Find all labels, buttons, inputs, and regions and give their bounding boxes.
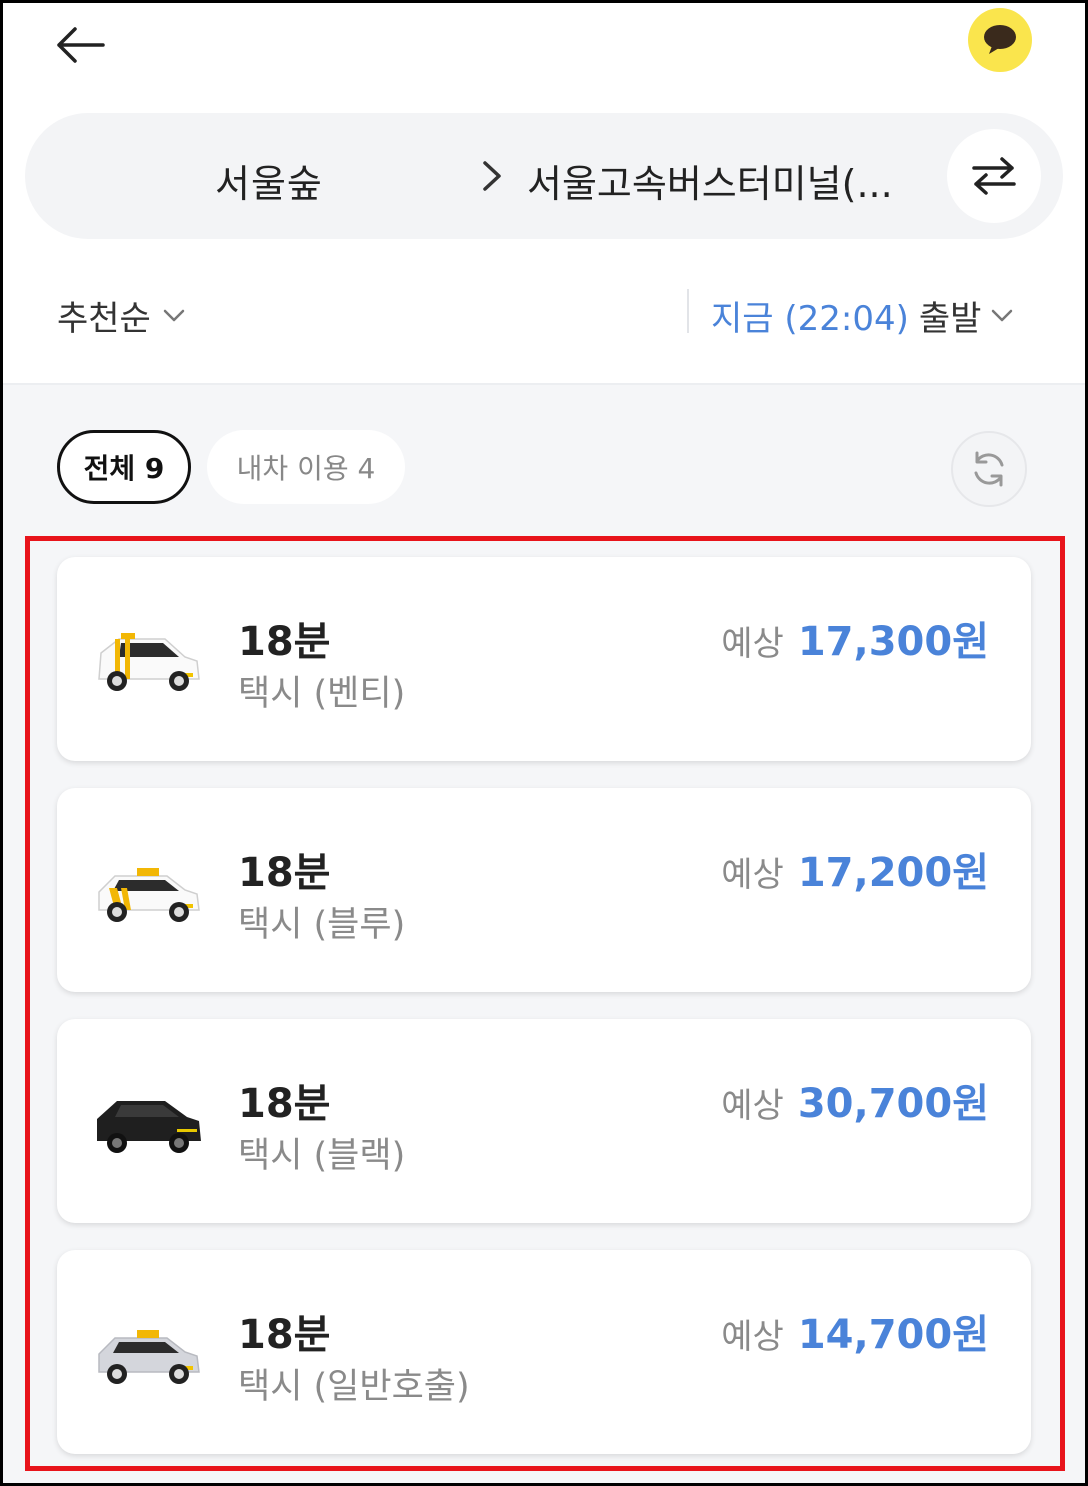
route-bar: 서울숲 서울고속버스터미널(... (25, 113, 1063, 239)
price-value: 17,300원 (797, 619, 989, 665)
swap-arrows-icon (972, 157, 1016, 195)
eta-text: 18분 (238, 1081, 331, 1127)
price-value: 17,200원 (797, 850, 989, 896)
price-prefix: 예상 (721, 855, 784, 895)
price-prefix: 예상 (721, 624, 784, 664)
eta-text: 18분 (238, 850, 331, 896)
price-value: 30,700원 (797, 1081, 989, 1127)
filter-chip-all[interactable]: 전체 9 (57, 430, 191, 504)
vehicle-type: 택시 (블루) (238, 905, 406, 945)
eta-text: 18분 (238, 619, 331, 665)
departure-time-label: 지금 (22:04) (711, 299, 909, 339)
sort-label: 추천순 (57, 299, 151, 339)
price-estimate: 예상 17,200원 (721, 840, 989, 898)
refresh-icon (974, 451, 1004, 487)
divider (687, 289, 689, 333)
price-prefix: 예상 (721, 1086, 784, 1126)
sort-dropdown[interactable]: 추천순 (57, 291, 185, 340)
price-estimate: 예상 17,300원 (721, 609, 989, 667)
destination-field[interactable]: 서울고속버스터미널(... (527, 153, 927, 208)
eta-text: 18분 (238, 1312, 331, 1358)
price-value: 14,700원 (797, 1312, 989, 1358)
departure-word: 출발 (918, 299, 982, 339)
ride-option-card[interactable]: 18분 택시 (벤티) 예상 17,300원 (57, 557, 1031, 761)
arrow-left-icon (57, 27, 105, 63)
price-estimate: 예상 14,700원 (721, 1302, 989, 1360)
refresh-button[interactable] (951, 431, 1027, 507)
chat-button[interactable] (968, 8, 1032, 72)
swap-route-button[interactable] (947, 129, 1041, 223)
venti-taxi-icon (98, 633, 200, 691)
black-taxi-icon (97, 1101, 201, 1153)
price-estimate: 예상 30,700원 (721, 1071, 989, 1129)
vehicle-type: 택시 (벤티) (238, 674, 406, 714)
back-button[interactable] (49, 17, 109, 73)
chevron-right-icon (483, 161, 501, 191)
speech-bubble-icon (984, 25, 1016, 54)
price-prefix: 예상 (721, 1317, 784, 1357)
ride-option-card[interactable]: 18분 택시 (일반호출) 예상 14,700원 (57, 1250, 1031, 1454)
header: 서울숲 서울고속버스터미널(... 추천순 지금 (22:04) 출발 (3, 3, 1085, 385)
ride-option-card[interactable]: 18분 택시 (블랙) 예상 30,700원 (57, 1019, 1031, 1223)
ride-option-card[interactable]: 18분 택시 (블루) 예상 17,200원 (57, 788, 1031, 992)
chevron-down-icon (163, 309, 185, 321)
vehicle-type: 택시 (일반호출) (238, 1367, 470, 1407)
general-taxi-icon (98, 1330, 200, 1384)
app-screen: 서울숲 서울고속버스터미널(... 추천순 지금 (22:04) 출발 전체 9… (3, 3, 1085, 1483)
origin-field[interactable]: 서울숲 (215, 153, 323, 208)
filter-chip-own-car[interactable]: 내차 이용 4 (207, 430, 405, 504)
vehicle-type: 택시 (블랙) (238, 1136, 406, 1176)
chevron-down-icon (992, 309, 1013, 321)
departure-time-dropdown[interactable]: 지금 (22:04) 출발 (711, 291, 1013, 340)
blue-taxi-icon (98, 868, 200, 922)
